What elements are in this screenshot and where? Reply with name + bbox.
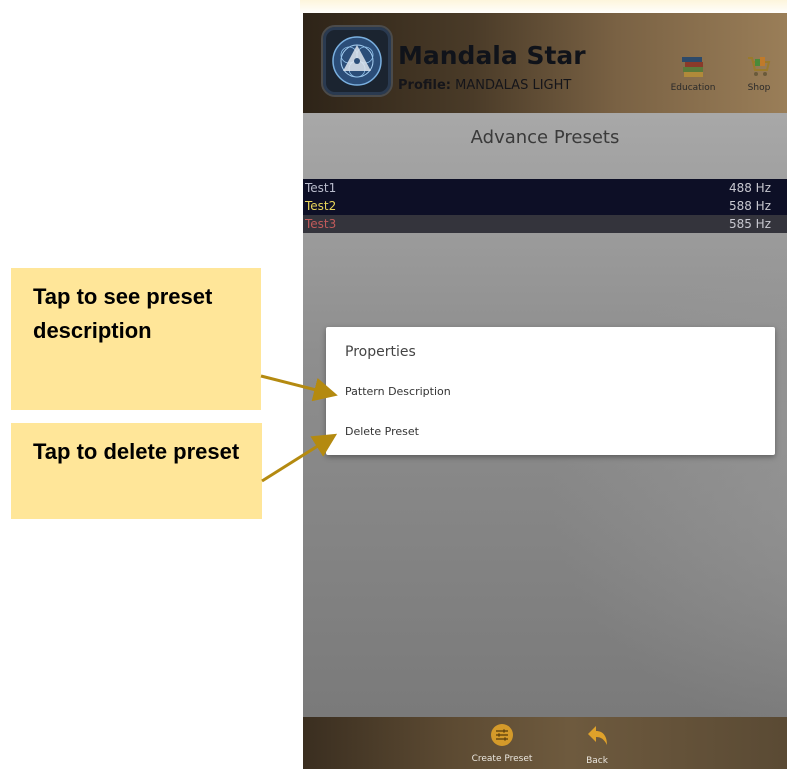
shop-label: Shop (747, 83, 771, 93)
preset-row[interactable]: Test2 588 Hz (303, 197, 787, 215)
pattern-description-option[interactable]: Pattern Description (345, 385, 451, 398)
app-footer: Create Preset Back (303, 717, 787, 769)
profile-label: Profile: (398, 78, 451, 93)
preset-row[interactable]: Test3 585 Hz (303, 215, 787, 233)
shop-button[interactable]: Shop (731, 53, 787, 109)
education-label: Education (670, 83, 716, 93)
dialog-title: Properties (345, 344, 416, 360)
top-glow (300, 0, 787, 14)
preset-frequency: 588 Hz (728, 199, 771, 213)
properties-dialog: Properties Pattern Description Delete Pr… (326, 327, 775, 455)
profile-line: Profile: MANDALAS LIGHT (398, 78, 571, 93)
callout-delete-preset: Tap to delete preset (11, 423, 262, 519)
sliders-icon (491, 724, 513, 746)
mandala-logo-icon (321, 25, 393, 97)
back-button[interactable]: Back (575, 723, 619, 766)
callout-preset-description: Tap to see preset description (11, 268, 261, 410)
app-header: Mandala Star Profile: MANDALAS LIGHT Edu… (303, 13, 787, 113)
create-preset-button[interactable]: Create Preset (465, 723, 539, 764)
main-content: Advance Presets Test1 488 Hz Test2 588 H… (303, 113, 787, 717)
preset-frequency: 585 Hz (728, 217, 771, 231)
books-icon (682, 57, 703, 77)
delete-preset-option[interactable]: Delete Preset (345, 425, 419, 438)
app-title: Mandala Star (398, 41, 586, 70)
screen-title: Advance Presets (470, 127, 620, 148)
preset-name: Test1 (305, 181, 337, 195)
shopping-cart-icon (748, 57, 771, 76)
back-arrow-icon (588, 726, 607, 745)
app-screen: Mandala Star Profile: MANDALAS LIGHT Edu… (303, 13, 787, 769)
preset-list: Test1 488 Hz Test2 588 Hz Test3 585 Hz (303, 179, 787, 233)
preset-name: Test3 (305, 217, 337, 231)
create-preset-label: Create Preset (471, 754, 533, 764)
back-label: Back (586, 756, 608, 766)
preset-name: Test2 (305, 199, 337, 213)
preset-row[interactable]: Test1 488 Hz (303, 179, 787, 197)
profile-value: MANDALAS LIGHT (455, 78, 572, 93)
preset-frequency: 488 Hz (728, 181, 771, 195)
education-button[interactable]: Education (663, 53, 723, 109)
